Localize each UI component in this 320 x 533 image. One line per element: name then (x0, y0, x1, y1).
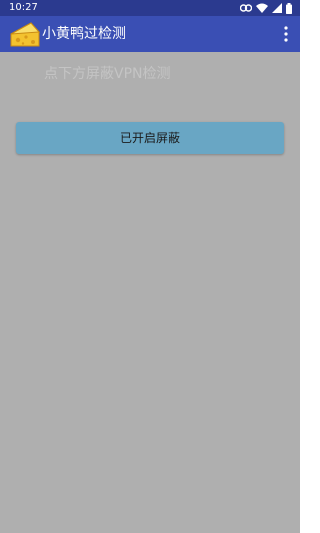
status-time: 10:27 (9, 2, 38, 13)
cheese-icon (9, 19, 41, 51)
battery-icon (286, 2, 292, 14)
status-bar: 10:27 (0, 0, 300, 16)
status-icons (240, 2, 292, 14)
app-screen: 10:27 小黄鸭过检测 点下方屏蔽VPN检测 已开启屏蔽 (0, 0, 300, 533)
app-title: 小黄鸭过检测 (42, 26, 126, 42)
wifi-icon (256, 3, 268, 13)
link-icon (240, 4, 252, 12)
block-vpn-toggle-button[interactable]: 已开启屏蔽 (16, 122, 284, 154)
hint-text: 点下方屏蔽VPN检测 (44, 66, 171, 82)
app-bar: 小黄鸭过检测 (0, 16, 300, 52)
signal-icon (272, 3, 282, 13)
more-vertical-icon[interactable] (280, 24, 292, 44)
